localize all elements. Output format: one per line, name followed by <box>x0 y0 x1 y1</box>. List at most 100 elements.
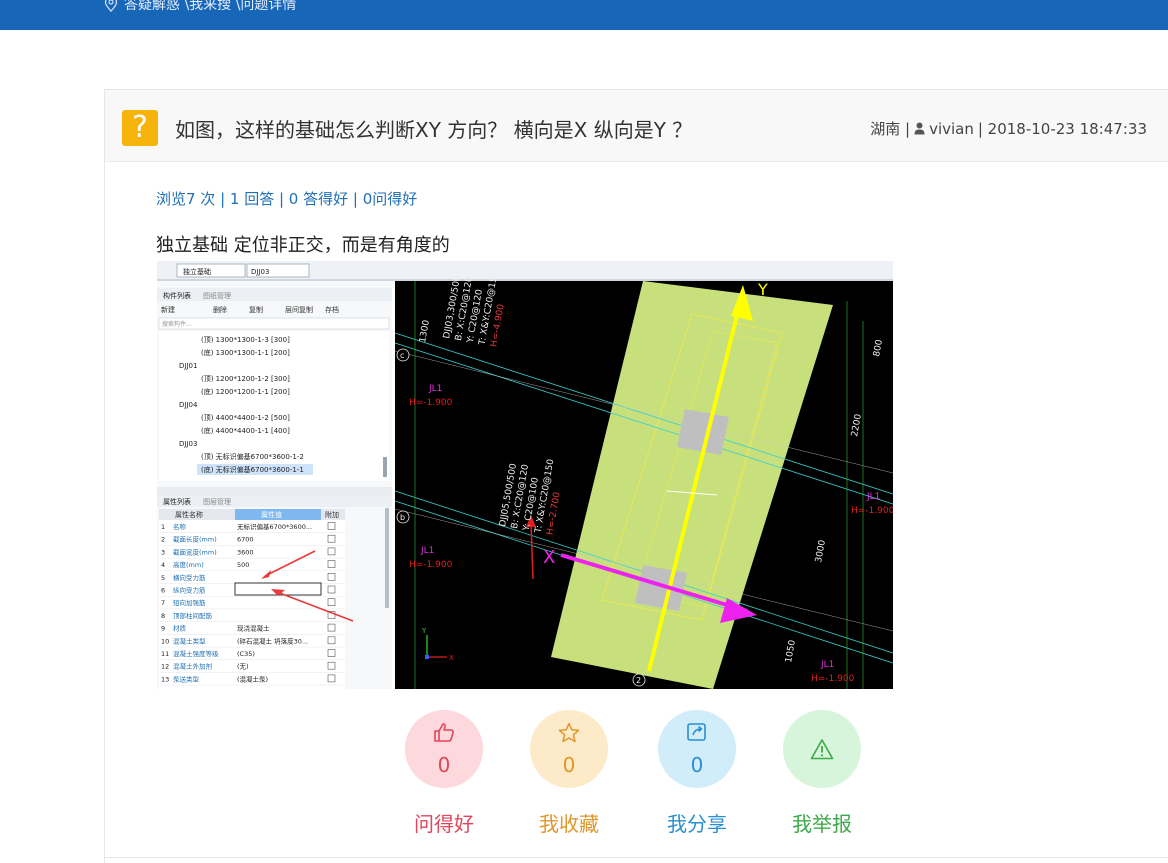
prop-header-value: 属性值 <box>261 510 282 519</box>
prop-row-name: 截面宽度(mm) <box>173 547 217 556</box>
favorite-circle[interactable]: 0 <box>530 710 608 788</box>
cad-beam-label: JL1 <box>820 660 834 670</box>
cad-beam-label: JL1 <box>428 384 442 394</box>
prop-row-value[interactable]: 3600 <box>237 548 254 556</box>
share-circle[interactable]: 0 <box>658 710 736 788</box>
prop-row-value[interactable]: (碎石混凝土 坍落度30... <box>237 636 308 645</box>
tab-layer-manage[interactable]: 图层管理 <box>203 497 231 506</box>
question-card: ? 如图，这样的基础怎么判断XY 方向？ 横向是X 纵向是Y ？ 湖南 | vi… <box>104 89 1168 863</box>
cad-beam-elev: H=-1.900 <box>811 674 855 684</box>
axis-label: 2 <box>636 676 641 685</box>
prop-row-index: 6 <box>161 587 165 595</box>
prop-row-name: 混凝土强度等级 <box>173 649 219 658</box>
share-button[interactable]: 0 我分享 <box>658 710 736 836</box>
question-region: 湖南 | <box>870 120 911 138</box>
prop-row-index: 9 <box>161 625 165 633</box>
toolbar-new[interactable]: 新建 <box>161 305 175 314</box>
prop-header-extra: 附加 <box>325 510 339 519</box>
prop-extra-checkbox[interactable] <box>327 623 336 632</box>
tab-property-list[interactable]: 属性列表 <box>163 497 191 506</box>
prop-row-index: 12 <box>161 663 169 671</box>
breadcrumb-text[interactable]: 答疑解惑 \我来搜 \问题详情 <box>124 0 296 14</box>
report-button[interactable]: 我举报 <box>783 710 861 836</box>
prop-extra-checkbox[interactable] <box>327 522 336 530</box>
prop-row-name: 混凝土类型 <box>173 636 206 645</box>
ucs-x-label: X <box>449 654 454 662</box>
prop-extra-checkbox[interactable] <box>327 534 336 543</box>
prop-row-name: 横向受力筋 <box>173 573 206 582</box>
prop-row-value[interactable]: (混凝土泵) <box>237 674 268 683</box>
tree-group[interactable]: DJJ01 <box>179 362 197 370</box>
toolbar-copy[interactable]: 复制 <box>249 305 263 314</box>
question-mark-icon: ? <box>122 110 158 146</box>
toolbar-archive[interactable]: 存档 <box>325 305 339 314</box>
prop-extra-checkbox[interactable] <box>327 649 336 657</box>
prop-extra-checkbox[interactable] <box>327 585 336 594</box>
prop-header-name: 属性名称 <box>175 510 203 519</box>
tree-item[interactable]: (顶) 1300*1300-1-3 [300] <box>201 336 290 344</box>
divider <box>105 857 1168 858</box>
prop-extra-checkbox[interactable] <box>327 560 336 568</box>
tree-item[interactable]: (底) 4400*4400-1-1 [400] <box>201 426 290 435</box>
prop-row-index: 3 <box>161 548 165 556</box>
report-circle[interactable] <box>783 710 861 788</box>
question-title: 如图，这样的基础怎么判断XY 方向？ 横向是X 纵向是Y ？ <box>175 118 693 142</box>
question-meta: 湖南 | vivian | 2018-10-23 18:47:33 <box>870 118 1147 139</box>
favorite-button[interactable]: 0 我收藏 <box>530 710 608 836</box>
good-question-label[interactable]: 问得好 <box>385 808 503 837</box>
prop-row-name: 高度(mm) <box>173 560 204 569</box>
prop-row-index: 2 <box>161 536 165 544</box>
prop-row-value[interactable]: 现浇混凝土 <box>237 624 270 633</box>
tab-drawing-manage[interactable]: 图纸管理 <box>203 291 231 300</box>
big-y-label: Y <box>757 280 768 299</box>
axis-label: b <box>400 513 405 522</box>
tree-item[interactable]: (顶) 4400*4400-1-2 [500] <box>201 414 290 422</box>
component-search[interactable]: 搜索构件... <box>162 320 192 328</box>
good-question-circle[interactable]: 0 <box>405 710 483 788</box>
toolbar-floor-copy[interactable]: 层间复制 <box>285 305 313 314</box>
prop-extra-checkbox[interactable] <box>327 598 336 607</box>
prop-extra-checkbox[interactable] <box>327 572 336 581</box>
prop-row-name: 纵向受力筋 <box>173 586 206 595</box>
toolbar-delete[interactable]: 删除 <box>213 305 227 314</box>
tree-item[interactable]: (底) 1300*1300-1-1 [200] <box>201 348 290 357</box>
prop-row-index: 11 <box>161 650 169 658</box>
cad-beam-elev: H=-1.900 <box>851 506 893 516</box>
good-question-count: 0 <box>437 753 451 777</box>
prop-row-index: 10 <box>161 637 169 645</box>
prop-extra-checkbox[interactable] <box>327 547 336 556</box>
favorite-label[interactable]: 我收藏 <box>510 808 628 837</box>
tree-item[interactable]: (底) 1200*1200-1-1 [200] <box>201 387 290 396</box>
tree-item[interactable]: (顶) 无标识偏基6700*3600-1-2 <box>201 452 304 461</box>
share-label[interactable]: 我分享 <box>638 808 756 837</box>
prop-row-value[interactable]: (C35) <box>237 650 255 658</box>
prop-extra-checkbox[interactable] <box>327 674 336 683</box>
prop-extra-checkbox[interactable] <box>327 636 336 645</box>
good-question-button[interactable]: 0 问得好 <box>405 710 483 836</box>
prop-extra-checkbox[interactable] <box>327 661 336 670</box>
share-icon <box>687 723 706 741</box>
tree-item-selected[interactable]: (底) 无标识偏基6700*3600-1-1 <box>201 465 304 474</box>
action-buttons: 0 问得好 0 我收藏 0 我分享 我举报 <box>405 710 865 860</box>
tree-item[interactable]: (顶) 1200*1200-1-2 [300] <box>201 375 290 383</box>
prop-row-value[interactable]: 无标识偏基6700*3600... <box>237 522 312 531</box>
warning-icon <box>810 739 834 760</box>
question-datetime: | 2018-10-23 18:47:33 <box>977 119 1147 138</box>
prop-row-value[interactable]: 6700 <box>237 536 254 544</box>
software-screenshot-svg: 独立基础 DJJ03 构件列表 图纸管理 新建 删除 复制 层间复制 存档 搜索… <box>157 261 893 689</box>
report-label[interactable]: 我举报 <box>763 808 881 837</box>
prop-row-name: 顶部柱间配筋 <box>173 611 213 620</box>
prop-row-index: 5 <box>161 574 165 582</box>
star-icon <box>558 722 580 743</box>
tree-group[interactable]: DJJ04 <box>179 401 198 409</box>
dropdown-component-name[interactable]: DJJ03 <box>251 268 269 276</box>
cad-beam-label: JL1 <box>866 492 880 502</box>
tab-component-list[interactable]: 构件列表 <box>163 291 191 300</box>
prop-row-name: 混凝土外加剂 <box>173 662 212 671</box>
dropdown-component-type[interactable]: 独立基础 <box>183 267 211 276</box>
prop-row-name: 截面长度(mm) <box>173 535 217 544</box>
prop-row-value[interactable]: (无) <box>237 663 249 671</box>
tree-group[interactable]: DJJ03 <box>179 440 197 448</box>
question-user[interactable]: vivian <box>929 120 974 138</box>
prop-row-value[interactable]: 500 <box>237 561 249 569</box>
